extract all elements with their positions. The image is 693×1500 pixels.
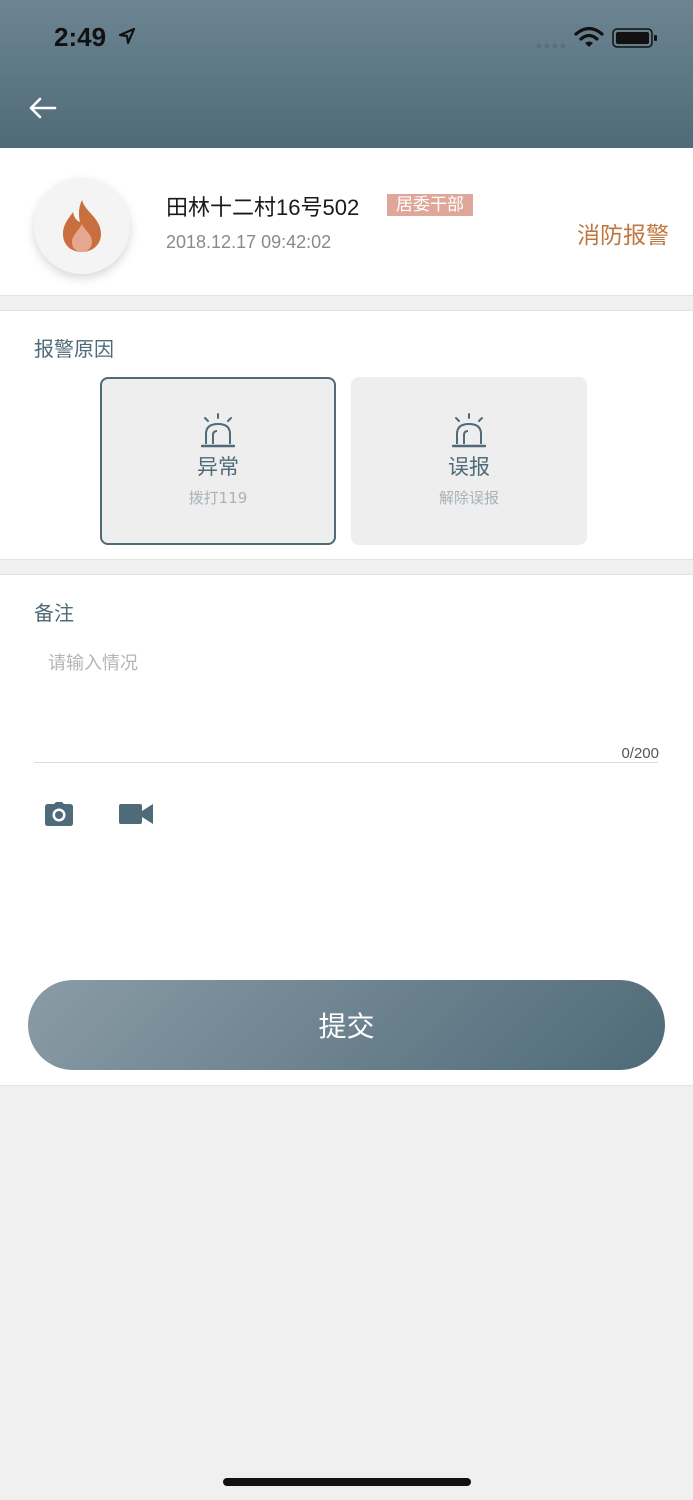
app-header: 2:49 xyxy=(0,0,693,148)
video-camera-icon xyxy=(119,804,153,824)
location-arrow-icon xyxy=(118,27,136,45)
siren-icon xyxy=(201,413,235,448)
remark-section: 备注 0/200 提交 xyxy=(0,574,693,1086)
incident-avatar xyxy=(34,178,130,274)
arrow-left-icon xyxy=(29,97,57,119)
option-label: 误报 xyxy=(448,455,490,479)
camera-icon xyxy=(45,802,73,826)
battery-icon xyxy=(612,28,657,48)
remark-input[interactable] xyxy=(34,643,658,763)
reason-title: 报警原因 xyxy=(34,337,114,361)
back-button[interactable] xyxy=(24,90,60,126)
incident-address: 田林十二村16号502 xyxy=(166,195,360,220)
option-label: 异常 xyxy=(197,455,239,479)
alarm-type-label: 消防报警 xyxy=(577,223,669,249)
status-time: 2:49 xyxy=(54,22,107,52)
siren-icon xyxy=(452,413,486,448)
reason-section: 报警原因 异常 拨打119 误报 解除误报 xyxy=(0,310,693,560)
home-indicator xyxy=(223,1478,471,1486)
camera-button[interactable] xyxy=(44,801,74,831)
option-sublabel: 解除误报 xyxy=(438,489,499,507)
incident-card: 田林十二村16号502 居委干部 2018.12.17 09:42:02 消防报… xyxy=(0,148,693,296)
submit-button[interactable]: 提交 xyxy=(28,980,665,1070)
cellular-signal-icon xyxy=(536,43,566,49)
incident-timestamp: 2018.12.17 09:42:02 xyxy=(166,232,332,252)
remark-title: 备注 xyxy=(34,601,74,625)
wifi-icon xyxy=(574,26,604,47)
option-false-alarm[interactable]: 误报 解除误报 xyxy=(351,377,587,545)
role-badge: 居委干部 xyxy=(387,194,473,216)
fire-icon xyxy=(63,200,101,252)
char-counter: 0/200 xyxy=(621,745,659,762)
video-button[interactable] xyxy=(118,801,154,831)
option-abnormal[interactable]: 异常 拨打119 xyxy=(100,377,336,545)
option-sublabel: 拨打119 xyxy=(188,489,248,507)
